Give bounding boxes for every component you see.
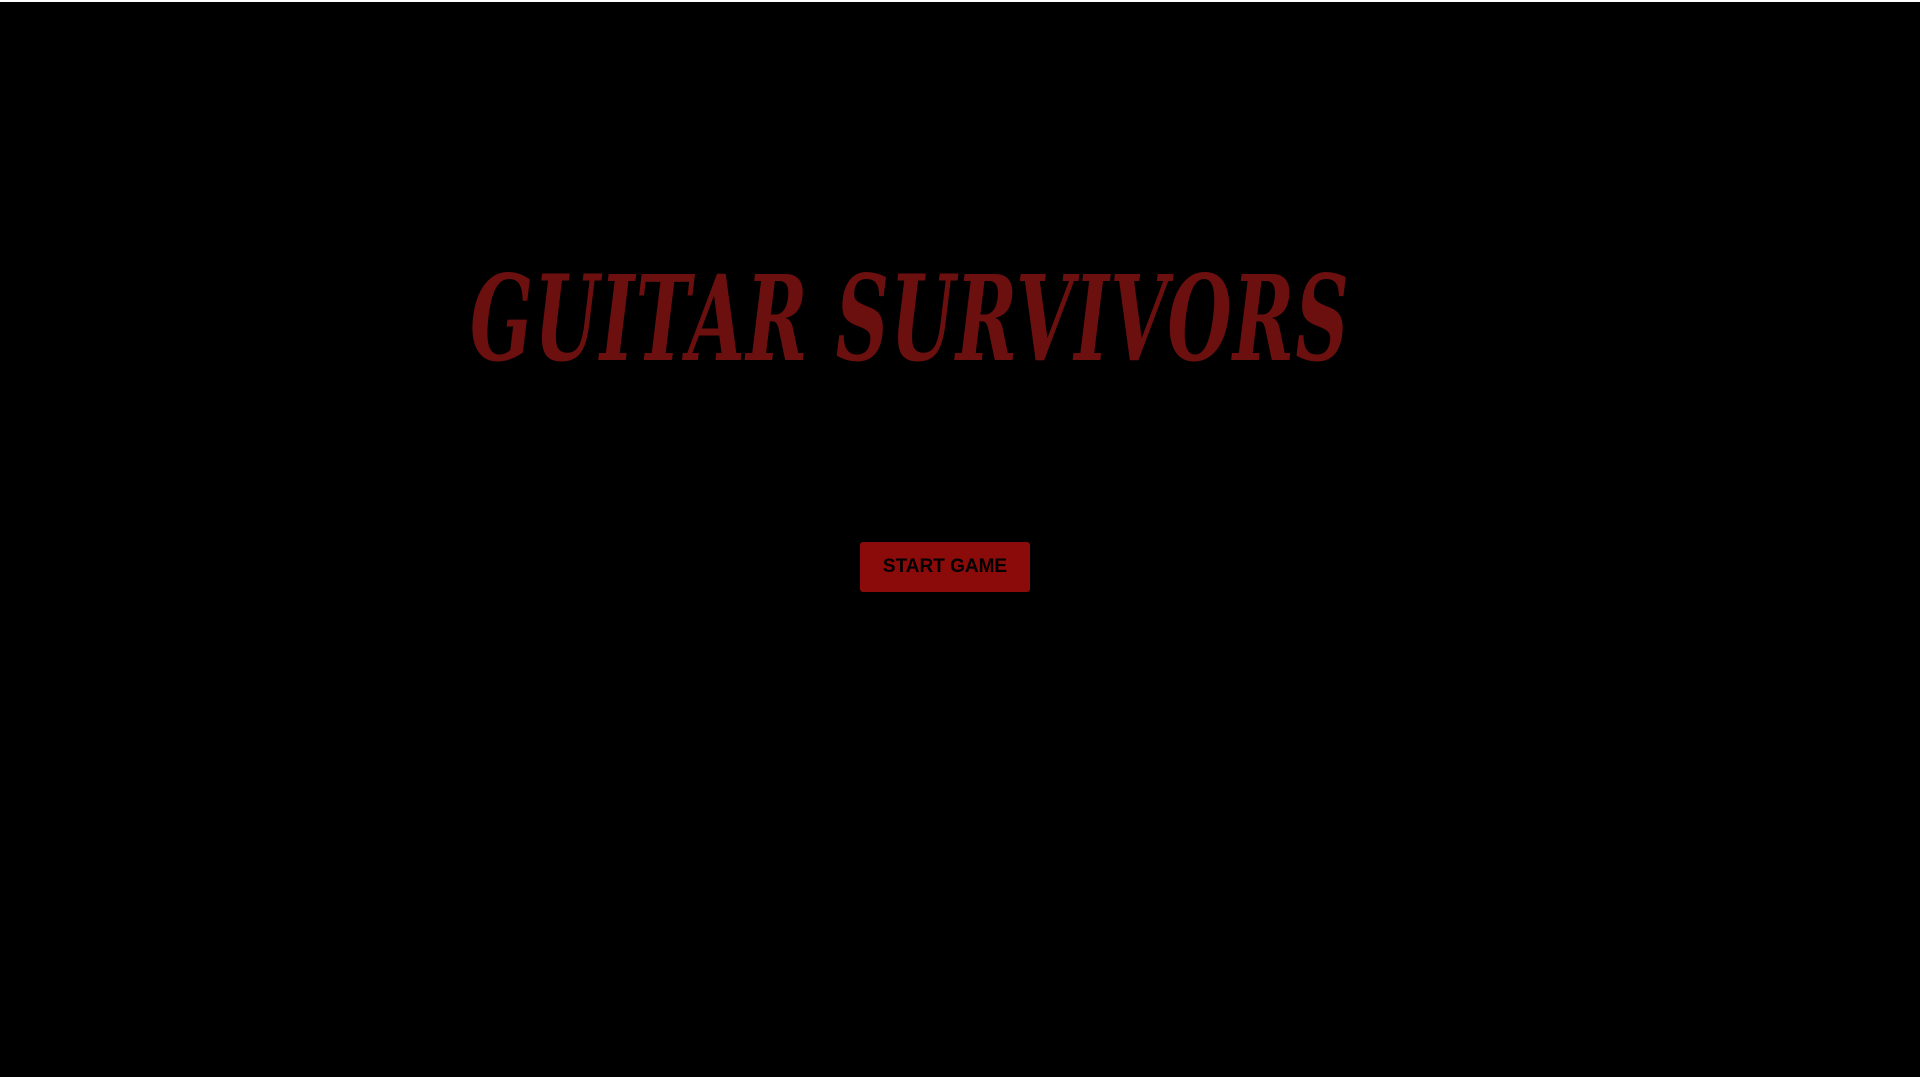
start-game-label: START GAME	[882, 556, 1008, 577]
game-title: GUITAR SURVIVORS	[468, 250, 1352, 390]
game-title-text: GUITAR SURVIVORS	[470, 250, 1350, 388]
window-top-edge	[0, 0, 1920, 2]
title-screen: GUITAR SURVIVORS START GAME	[0, 0, 1920, 1077]
game-title-logo: GUITAR SURVIVORS	[470, 250, 1350, 388]
start-game-button[interactable]: START GAME	[860, 542, 1030, 592]
